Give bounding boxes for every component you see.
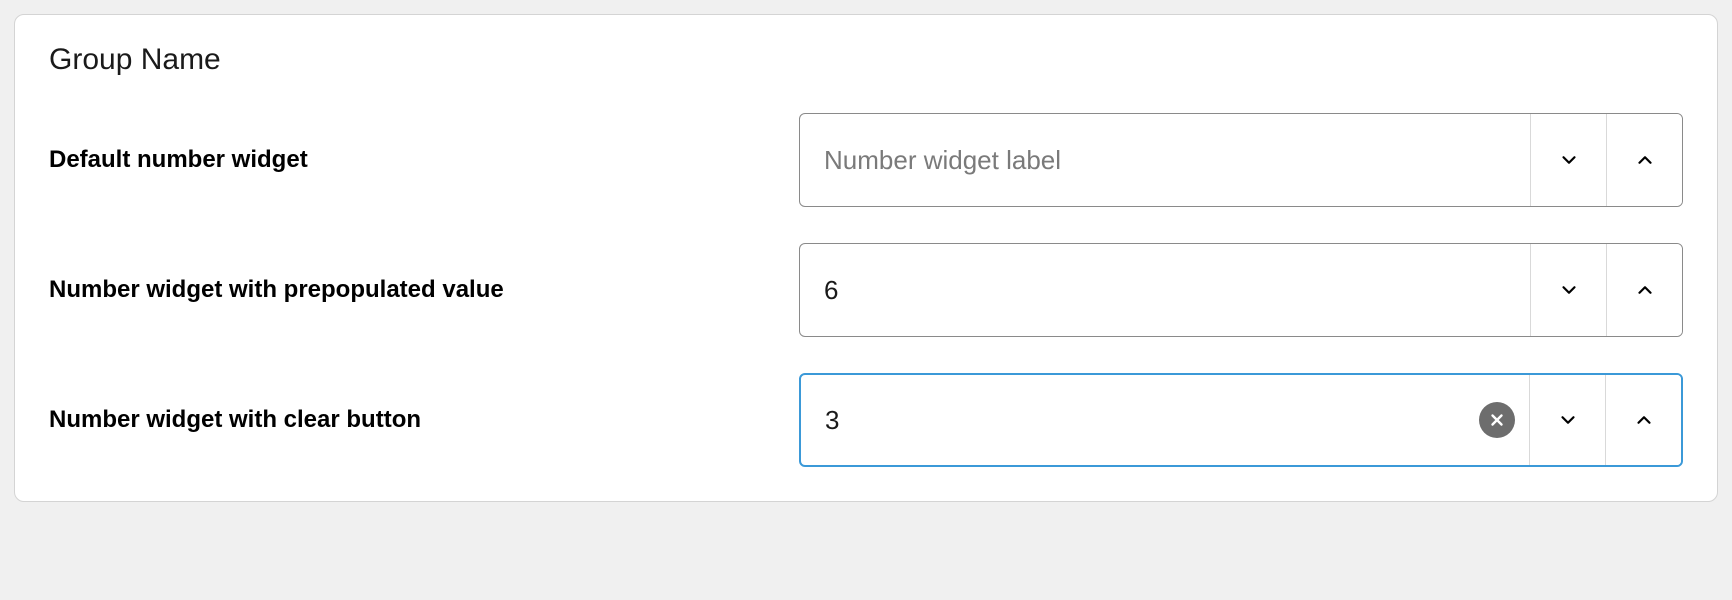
group-title: Group Name <box>49 43 1683 77</box>
chevron-up-icon <box>1634 149 1656 171</box>
chevron-up-icon <box>1634 279 1656 301</box>
increment-button[interactable] <box>1606 114 1682 206</box>
label-clearable-number-widget: Number widget with clear button <box>49 406 779 434</box>
clear-button[interactable] <box>1479 402 1515 438</box>
number-widget-default <box>799 113 1683 207</box>
number-input-default[interactable] <box>800 114 1530 206</box>
number-widget-clearable <box>799 373 1683 467</box>
increment-button[interactable] <box>1606 244 1682 336</box>
row-prepopulated-number-widget: Number widget with prepopulated value <box>49 243 1683 337</box>
number-input-prepopulated[interactable] <box>800 244 1530 336</box>
chevron-down-icon <box>1558 149 1580 171</box>
decrement-button[interactable] <box>1529 375 1605 465</box>
chevron-down-icon <box>1558 279 1580 301</box>
decrement-button[interactable] <box>1530 114 1606 206</box>
group-panel: Group Name Default number widget Numbe <box>14 14 1718 502</box>
label-default-number-widget: Default number widget <box>49 146 779 174</box>
close-icon <box>1488 411 1506 429</box>
row-clearable-number-widget: Number widget with clear button <box>49 373 1683 467</box>
row-default-number-widget: Default number widget <box>49 113 1683 207</box>
label-prepopulated-number-widget: Number widget with prepopulated value <box>49 276 779 304</box>
stepper-prepopulated <box>1530 244 1682 336</box>
chevron-up-icon <box>1633 409 1655 431</box>
increment-button[interactable] <box>1605 375 1681 465</box>
stepper-default <box>1530 114 1682 206</box>
number-widget-prepopulated <box>799 243 1683 337</box>
number-input-clearable[interactable] <box>801 375 1479 465</box>
chevron-down-icon <box>1557 409 1579 431</box>
stepper-clearable <box>1529 375 1681 465</box>
decrement-button[interactable] <box>1530 244 1606 336</box>
